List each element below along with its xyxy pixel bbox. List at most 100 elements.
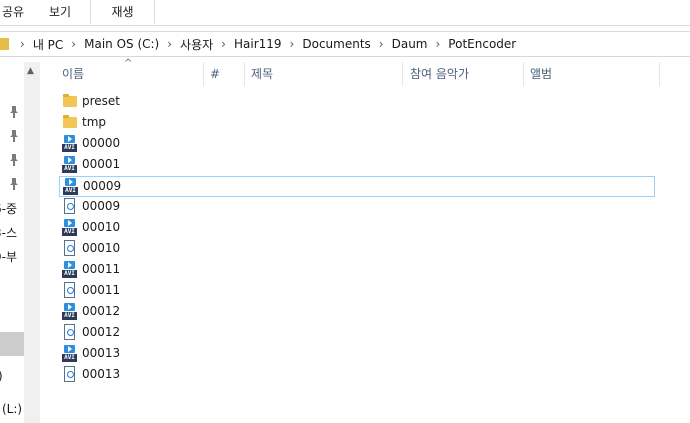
- column-header-album[interactable]: 앨범: [530, 62, 552, 86]
- list-item[interactable]: AVI 00013: [59, 344, 655, 364]
- avi-file-icon: AVI: [62, 261, 77, 278]
- column-header-artist[interactable]: 참여 음악가: [410, 62, 469, 86]
- list-item[interactable]: 00010: [59, 239, 655, 259]
- file-name: 00009: [83, 179, 122, 193]
- list-item[interactable]: AVI 00009: [59, 176, 655, 197]
- breadcrumb-item[interactable]: Hair119: [231, 37, 285, 51]
- file-name: 00013: [82, 367, 121, 381]
- chevron-right-icon[interactable]: ›: [66, 37, 81, 51]
- play-icon: [64, 135, 75, 143]
- list-item[interactable]: AVI 00010: [59, 218, 655, 238]
- nav-scrollbar[interactable]: ▲: [24, 62, 40, 423]
- media-file-icon: [64, 366, 75, 382]
- chevron-right-icon[interactable]: ›: [430, 37, 445, 51]
- address-bar[interactable]: › 내 PC › Main OS (C:) › 사용자 › Hair119 › …: [0, 31, 690, 57]
- file-name: 00011: [82, 262, 121, 276]
- tab-play[interactable]: 재생: [90, 0, 155, 24]
- pin-icon[interactable]: [9, 154, 19, 166]
- file-name: tmp: [82, 115, 107, 129]
- avi-file-icon: AVI: [63, 178, 78, 195]
- list-item[interactable]: AVI 00001: [59, 155, 655, 175]
- list-item[interactable]: 00009: [59, 197, 655, 217]
- list-item[interactable]: 00011: [59, 281, 655, 301]
- list-item[interactable]: 00012: [59, 323, 655, 343]
- play-icon: [65, 178, 76, 186]
- column-divider[interactable]: [203, 62, 204, 86]
- chevron-right-icon[interactable]: ›: [374, 37, 389, 51]
- breadcrumb-item[interactable]: 내 PC: [30, 36, 66, 53]
- pin-icon[interactable]: [9, 178, 19, 190]
- breadcrumb-item[interactable]: Documents: [299, 37, 373, 51]
- file-name: preset: [82, 94, 121, 108]
- nav-item[interactable]: (L:): [2, 402, 22, 416]
- chevron-right-icon[interactable]: ›: [162, 37, 177, 51]
- file-name: 00010: [82, 220, 121, 234]
- list-item[interactable]: tmp: [59, 113, 655, 133]
- sort-ascending-icon: ^: [124, 58, 133, 69]
- media-file-icon: [64, 282, 75, 298]
- column-divider[interactable]: [402, 62, 403, 86]
- breadcrumb-item[interactable]: PotEncoder: [445, 37, 519, 51]
- list-item[interactable]: AVI 00012: [59, 302, 655, 322]
- column-divider[interactable]: [244, 62, 245, 86]
- avi-badge: AVI: [62, 165, 77, 173]
- play-icon: [64, 219, 75, 227]
- file-name: 00012: [82, 304, 121, 318]
- avi-file-icon: AVI: [62, 219, 77, 236]
- breadcrumb-item[interactable]: Daum: [389, 37, 431, 51]
- navigation-pane: 6-중 3-스 9-부 ) (L:): [0, 62, 24, 423]
- tab-share[interactable]: 공유: [0, 0, 26, 25]
- media-file-icon: [64, 324, 75, 340]
- scroll-up-icon[interactable]: ▲: [27, 66, 34, 76]
- nav-item-selected[interactable]: [0, 332, 24, 356]
- media-file-icon: [64, 198, 75, 214]
- file-name: 00000: [82, 136, 121, 150]
- tab-view[interactable]: 보기: [46, 0, 74, 25]
- avi-file-icon: AVI: [62, 303, 77, 320]
- column-divider[interactable]: [659, 62, 660, 86]
- chevron-right-icon[interactable]: ›: [15, 37, 30, 51]
- column-header-title[interactable]: 제목: [251, 62, 273, 86]
- avi-file-icon: AVI: [62, 345, 77, 362]
- avi-badge: AVI: [62, 144, 77, 152]
- avi-badge: AVI: [62, 354, 77, 362]
- pin-icon[interactable]: [9, 130, 19, 142]
- play-icon: [64, 261, 75, 269]
- avi-badge: AVI: [62, 228, 77, 236]
- play-icon: [64, 345, 75, 353]
- column-header-name[interactable]: 이름: [62, 62, 84, 86]
- column-divider[interactable]: [523, 62, 524, 86]
- file-name: 00009: [82, 199, 121, 213]
- pin-icon[interactable]: [9, 106, 19, 118]
- ribbon-tabs: 공유 보기 재생: [0, 0, 690, 26]
- nav-item[interactable]: 3-스: [0, 224, 17, 241]
- list-item[interactable]: AVI 00000: [59, 134, 655, 154]
- play-icon: [64, 303, 75, 311]
- avi-file-icon: AVI: [62, 135, 77, 152]
- avi-badge: AVI: [62, 270, 77, 278]
- list-item[interactable]: AVI 00011: [59, 260, 655, 280]
- folder-icon: [0, 38, 9, 50]
- file-name: 00012: [82, 325, 121, 339]
- nav-item[interactable]: ): [0, 369, 3, 383]
- breadcrumb-item[interactable]: 사용자: [177, 36, 216, 53]
- avi-badge: AVI: [62, 312, 77, 320]
- media-file-icon: [64, 240, 75, 256]
- column-header-number[interactable]: #: [210, 62, 220, 86]
- file-name: 00013: [82, 346, 121, 360]
- breadcrumb-item[interactable]: Main OS (C:): [81, 37, 162, 51]
- chevron-right-icon[interactable]: ›: [216, 37, 231, 51]
- chevron-right-icon[interactable]: ›: [285, 37, 300, 51]
- nav-item[interactable]: 9-부: [0, 248, 17, 265]
- breadcrumb: › 내 PC › Main OS (C:) › 사용자 › Hair119 › …: [0, 32, 519, 56]
- list-item[interactable]: preset: [59, 92, 655, 112]
- folder-icon: [63, 115, 77, 128]
- avi-badge: AVI: [63, 187, 78, 195]
- list-item[interactable]: 00013: [59, 365, 655, 385]
- play-icon: [64, 156, 75, 164]
- file-name: 00011: [82, 283, 121, 297]
- file-name: 00010: [82, 241, 121, 255]
- folder-icon: [63, 94, 77, 107]
- avi-file-icon: AVI: [62, 156, 77, 173]
- nav-item[interactable]: 6-중: [0, 200, 17, 217]
